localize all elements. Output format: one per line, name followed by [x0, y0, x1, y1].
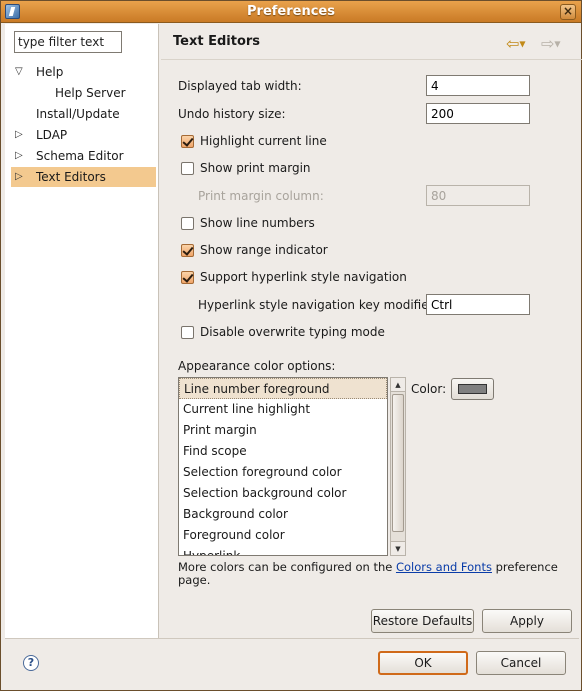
- undo-history-input[interactable]: [426, 103, 530, 124]
- print-margin-checkbox[interactable]: [181, 162, 194, 175]
- hyperlink-key-input[interactable]: [426, 294, 530, 315]
- tree-item-label: Help: [36, 65, 64, 79]
- hyperlink-nav-checkbox[interactable]: [181, 271, 194, 284]
- scroll-down-icon[interactable]: ▼: [391, 541, 405, 555]
- highlight-line-label: Highlight current line: [200, 134, 327, 148]
- tree-item-schema-editor[interactable]: ▷ Schema Editor: [11, 146, 156, 166]
- overwrite-checkbox[interactable]: [181, 326, 194, 339]
- tab-width-label: Displayed tab width:: [178, 79, 302, 93]
- list-item[interactable]: Selection background color: [179, 483, 387, 504]
- scroll-thumb[interactable]: [392, 394, 404, 532]
- tree-item-help[interactable]: ▽ Help: [11, 62, 156, 82]
- title-bar[interactable]: Preferences ×: [1, 1, 581, 23]
- print-margin-column-label: Print margin column:: [198, 189, 324, 203]
- scroll-up-icon[interactable]: ▲: [391, 378, 405, 392]
- close-button[interactable]: ×: [560, 4, 576, 20]
- tree-item-label: Help Server: [55, 86, 126, 100]
- window-title: Preferences: [247, 4, 335, 19]
- range-indicator-label: Show range indicator: [200, 243, 328, 257]
- preferences-window: Preferences × ▽ Help Help Server Install…: [0, 0, 582, 691]
- tree-item-ldap[interactable]: ▷ LDAP: [11, 125, 156, 145]
- more-colors-text: More colors can be configured on the Col…: [178, 560, 558, 587]
- filter-input[interactable]: [14, 31, 122, 53]
- ok-button[interactable]: OK: [378, 651, 468, 675]
- back-arrow-icon[interactable]: ⇦▼: [506, 36, 536, 52]
- list-item[interactable]: Foreground color: [179, 525, 387, 546]
- print-margin-label: Show print margin: [200, 161, 311, 175]
- preference-page: Text Editors ⇦▼ ⇨▼ Displayed tab width: …: [161, 24, 582, 638]
- range-indicator-checkbox[interactable]: [181, 244, 194, 257]
- color-options-list[interactable]: Line number foreground Current line high…: [178, 377, 388, 556]
- apply-button[interactable]: Apply: [482, 609, 572, 633]
- list-item[interactable]: Print margin: [179, 420, 387, 441]
- print-margin-column-input: [426, 185, 530, 206]
- chevron-right-icon[interactable]: ▷: [15, 167, 27, 187]
- hyperlink-nav-label: Support hyperlink style navigation: [200, 270, 407, 284]
- color-swatch: [458, 384, 487, 394]
- tree-item-label: Install/Update: [36, 107, 120, 121]
- highlight-line-checkbox[interactable]: [181, 135, 194, 148]
- line-numbers-checkbox[interactable]: [181, 217, 194, 230]
- undo-history-label: Undo history size:: [178, 107, 286, 121]
- tab-width-input[interactable]: [426, 75, 530, 96]
- tree-item-text-editors[interactable]: ▷ Text Editors: [11, 167, 156, 187]
- list-item[interactable]: Line number foreground: [179, 378, 387, 399]
- chevron-down-icon[interactable]: ▽: [15, 62, 27, 82]
- help-icon[interactable]: ?: [23, 655, 39, 671]
- header-separator: [161, 59, 582, 60]
- list-item[interactable]: Current line highlight: [179, 399, 387, 420]
- page-title: Text Editors: [173, 34, 261, 49]
- list-scrollbar[interactable]: ▲ ▼: [390, 377, 406, 556]
- tree-item-label: LDAP: [36, 128, 68, 142]
- appearance-label: Appearance color options:: [178, 359, 336, 373]
- colors-and-fonts-link[interactable]: Colors and Fonts: [396, 560, 492, 574]
- restore-defaults-button[interactable]: Restore Defaults: [371, 609, 474, 633]
- line-numbers-label: Show line numbers: [200, 216, 315, 230]
- bottom-separator: [5, 638, 579, 639]
- tree-item-help-server[interactable]: Help Server: [11, 83, 156, 103]
- chevron-right-icon[interactable]: ▷: [15, 146, 27, 166]
- preference-tree-panel: ▽ Help Help Server Install/Update ▷ LDAP…: [5, 24, 159, 638]
- tree-item-install-update[interactable]: Install/Update: [11, 104, 156, 124]
- tree-item-label: Schema Editor: [36, 149, 124, 163]
- list-item[interactable]: Find scope: [179, 441, 387, 462]
- list-item[interactable]: Selection foreground color: [179, 462, 387, 483]
- overwrite-label: Disable overwrite typing mode: [200, 325, 385, 339]
- tree-item-label: Text Editors: [36, 170, 106, 184]
- chevron-right-icon[interactable]: ▷: [15, 125, 27, 145]
- forward-arrow-icon[interactable]: ⇨▼: [541, 36, 571, 52]
- cancel-button[interactable]: Cancel: [476, 651, 566, 675]
- color-label: Color:: [411, 382, 447, 396]
- hyperlink-key-label: Hyperlink style navigation key modifier:: [198, 298, 438, 312]
- color-picker-button[interactable]: [451, 378, 494, 400]
- list-item[interactable]: Hyperlink: [179, 546, 387, 555]
- list-item[interactable]: Background color: [179, 504, 387, 525]
